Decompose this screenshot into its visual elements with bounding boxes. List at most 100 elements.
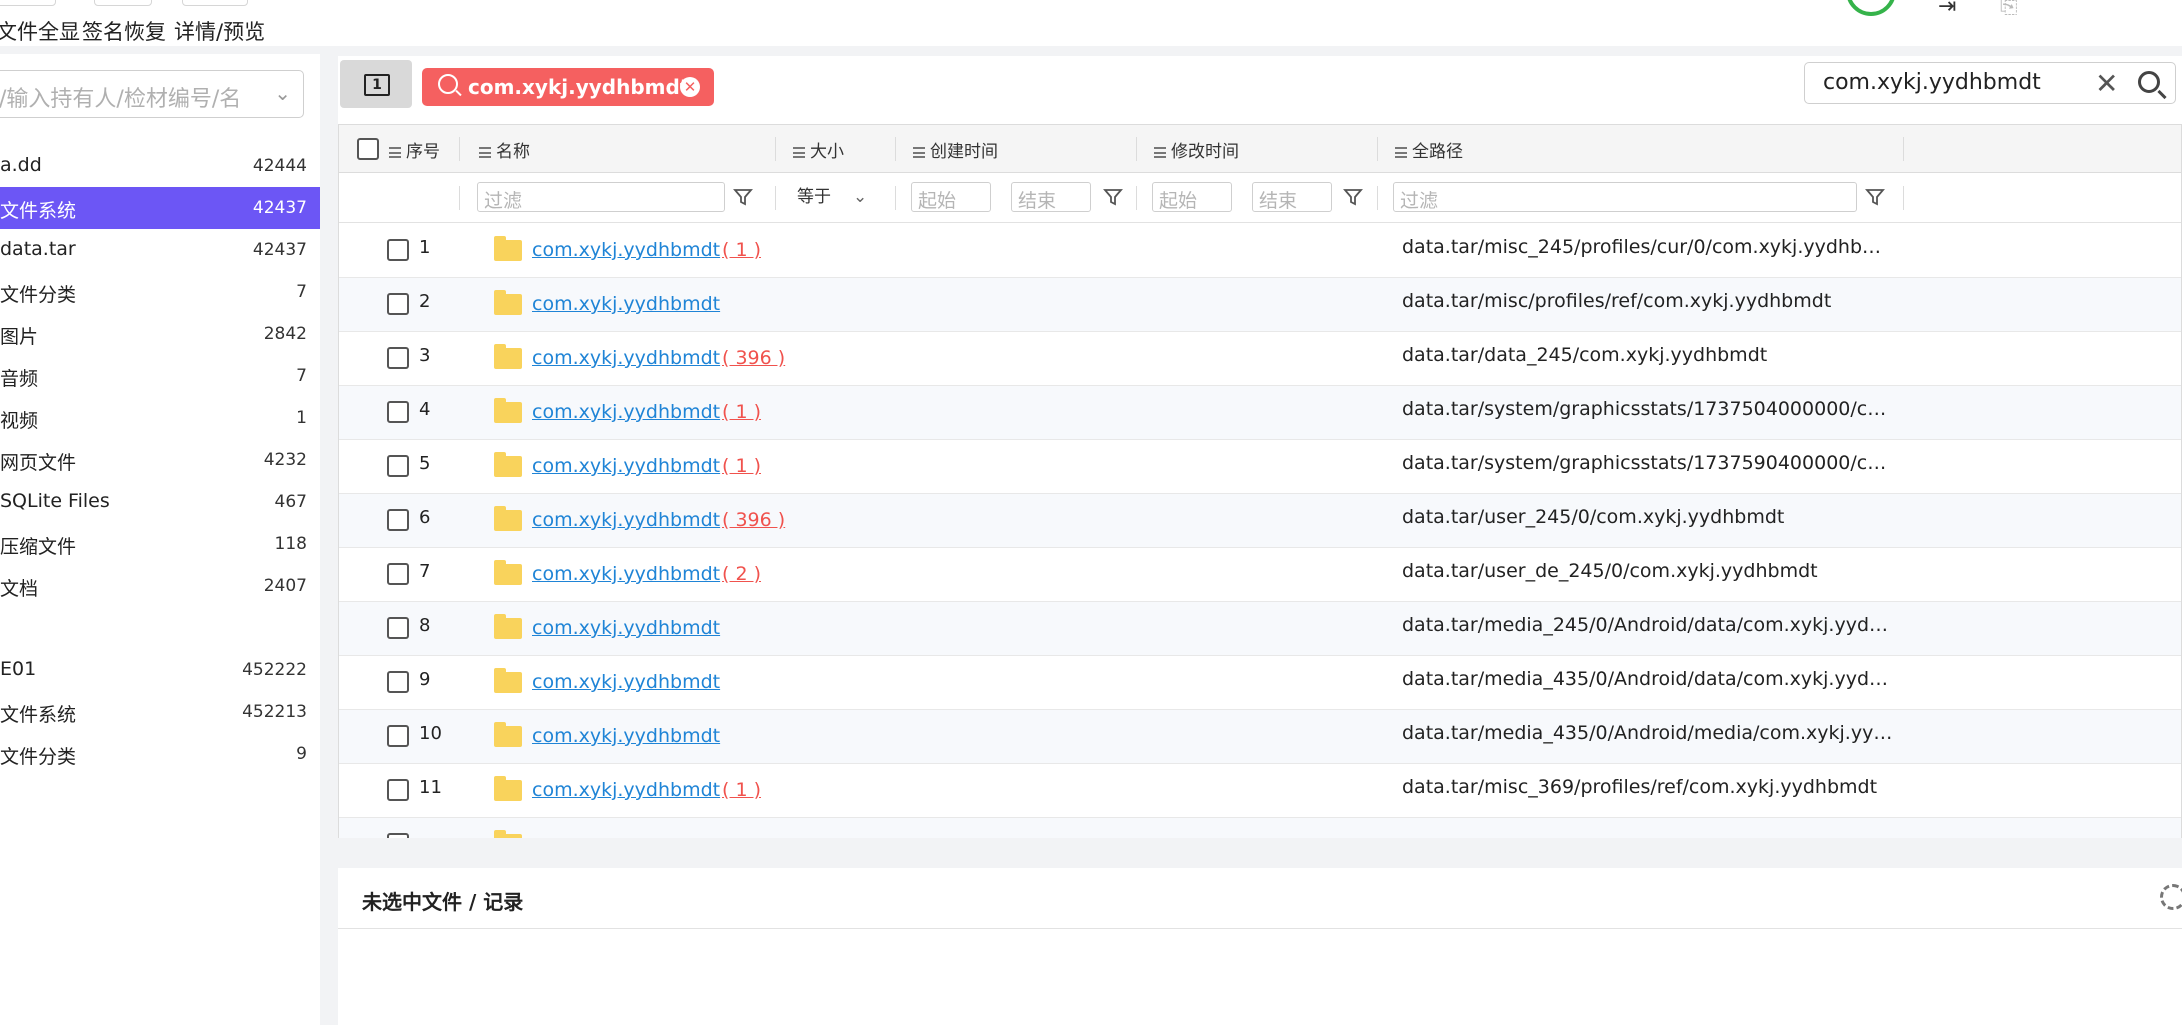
tree-item-images[interactable]: 图片 2842 — [0, 313, 320, 355]
tree-item-e01-file-category[interactable]: 文件分类 9 — [0, 733, 320, 775]
table-row[interactable]: 4 com.xykj.yydhbmdt ( 1 ) data.tar/syste… — [339, 386, 2181, 440]
column-divider[interactable] — [1903, 137, 1904, 161]
row-checkbox[interactable] — [387, 779, 409, 801]
tree-item-audio[interactable]: 音频 7 — [0, 355, 320, 397]
row-checkbox[interactable] — [387, 833, 409, 838]
tree-item-add[interactable]: a.dd 42444 — [0, 145, 320, 187]
created-start-input[interactable]: 起始 — [911, 182, 991, 212]
table-row[interactable]: 1 com.xykj.yydhbmdt ( 1 ) data.tar/misc_… — [339, 224, 2181, 278]
column-header-index[interactable]: 序号 — [389, 137, 440, 162]
evidence-search-select[interactable]: /输入持有人/检材编号/名 ⌄ — [0, 70, 304, 118]
file-name-link[interactable]: com.xykj.yydhbmdt — [532, 455, 720, 477]
column-divider[interactable] — [459, 137, 460, 161]
remove-tag-icon[interactable]: ✕ — [680, 77, 700, 97]
column-divider[interactable] — [1377, 137, 1378, 161]
file-name-link[interactable]: com.xykj.yydhbmdt — [532, 239, 720, 261]
table-row[interactable]: 11 com.xykj.yydhbmdt ( 1 ) data.tar/misc… — [339, 764, 2181, 818]
toolbar-button-stub[interactable] — [94, 0, 152, 6]
child-count-link[interactable]: ( 1 ) — [722, 455, 761, 477]
table-row[interactable]: 10 com.xykj.yydhbmdt data.tar/media_435/… — [339, 710, 2181, 764]
tree-item-e01-filesystem[interactable]: 文件系统 452213 — [0, 691, 320, 733]
file-name-link[interactable]: com.xykj.yydhbmdt — [532, 779, 720, 801]
column-header-path[interactable]: 全路径 — [1395, 137, 1463, 162]
column-divider[interactable] — [775, 137, 776, 161]
size-operator-select[interactable]: 等于 ⌄ — [797, 182, 867, 207]
search-icon[interactable] — [2138, 71, 2160, 93]
child-count-link[interactable]: ( 1 ) — [722, 239, 761, 261]
table-row[interactable]: 8 com.xykj.yydhbmdt data.tar/media_245/0… — [339, 602, 2181, 656]
search-input[interactable]: com.xykj.yydhbmdt ✕ — [1804, 62, 2176, 104]
filter-icon[interactable] — [1865, 187, 1885, 207]
toolbar-button-stub[interactable] — [182, 0, 248, 6]
row-checkbox[interactable] — [387, 401, 409, 423]
tree-item-documents[interactable]: 文档 2407 — [0, 565, 320, 607]
child-count-link[interactable]: ( 396 ) — [722, 509, 785, 531]
row-checkbox[interactable] — [387, 617, 409, 639]
table-row-partial[interactable] — [339, 818, 2181, 838]
created-end-input[interactable]: 结束 — [1011, 182, 1091, 212]
tree-item-data-tar[interactable]: data.tar 42437 — [0, 229, 320, 271]
filter-icon[interactable] — [733, 187, 753, 207]
tree-item-archives[interactable]: 压缩文件 118 — [0, 523, 320, 565]
file-name-link[interactable]: com.xykj.yydhbmdt — [532, 509, 720, 531]
row-checkbox[interactable] — [387, 347, 409, 369]
export-icon[interactable]: ⇥ — [1938, 0, 1956, 19]
tree-item-label: 文件分类 — [0, 746, 77, 768]
row-checkbox[interactable] — [387, 671, 409, 693]
column-header-created[interactable]: 创建时间 — [913, 137, 998, 162]
tree-item-filesystem-selected[interactable]: 文件系统 42437 — [0, 187, 320, 229]
child-count-link[interactable]: ( 2 ) — [722, 563, 761, 585]
file-name-link[interactable]: com.xykj.yydhbmdt — [532, 617, 720, 639]
column-header-label: 序号 — [406, 142, 440, 162]
row-checkbox[interactable] — [387, 455, 409, 477]
file-name-link[interactable]: com.xykj.yydhbmdt — [532, 401, 720, 423]
table-row[interactable]: 2 com.xykj.yydhbmdt data.tar/misc/profil… — [339, 278, 2181, 332]
column-header-name[interactable]: 名称 — [479, 137, 530, 162]
clear-search-icon[interactable]: ✕ — [2095, 67, 2118, 100]
modified-start-input[interactable]: 起始 — [1152, 182, 1232, 212]
column-divider[interactable] — [895, 137, 896, 161]
menu-show-all-files[interactable]: 文件全显 — [0, 16, 80, 46]
table-row[interactable]: 9 com.xykj.yydhbmdt data.tar/media_435/0… — [339, 656, 2181, 710]
tree-item-sqlite-files[interactable]: SQLite Files 467 — [0, 481, 320, 523]
tree-item-web-files[interactable]: 网页文件 4232 — [0, 439, 320, 481]
column-header-modified[interactable]: 修改时间 — [1154, 137, 1239, 162]
tree-item-label: 图片 — [0, 326, 39, 348]
column-header-size[interactable]: 大小 — [793, 137, 844, 162]
row-index: 1 — [419, 237, 431, 258]
tree-item-e01[interactable]: E01 452222 — [0, 649, 320, 691]
table-row[interactable]: 3 com.xykj.yydhbmdt ( 396 ) data.tar/dat… — [339, 332, 2181, 386]
row-checkbox[interactable] — [387, 293, 409, 315]
toolbar-button-stub[interactable] — [0, 0, 56, 6]
search-tag-text: com.xykj.yydhbmdt — [468, 75, 690, 99]
gear-icon[interactable] — [2160, 884, 2182, 910]
child-count-link[interactable]: ( 1 ) — [722, 779, 761, 801]
file-name-link[interactable]: com.xykj.yydhbmdt — [532, 347, 720, 369]
row-checkbox[interactable] — [387, 563, 409, 585]
table-row[interactable]: 5 com.xykj.yydhbmdt ( 1 ) data.tar/syste… — [339, 440, 2181, 494]
file-name-link[interactable]: com.xykj.yydhbmdt — [532, 671, 720, 693]
single-page-toggle-button[interactable]: 1 — [340, 60, 412, 108]
modified-end-input[interactable]: 结束 — [1252, 182, 1332, 212]
filter-icon[interactable] — [1343, 187, 1363, 207]
filter-icon[interactable] — [1103, 187, 1123, 207]
tree-item-video[interactable]: 视频 1 — [0, 397, 320, 439]
select-all-checkbox[interactable] — [357, 138, 379, 160]
row-checkbox[interactable] — [387, 509, 409, 531]
row-checkbox[interactable] — [387, 239, 409, 261]
file-name-link[interactable]: com.xykj.yydhbmdt — [532, 563, 720, 585]
child-count-link[interactable]: ( 1 ) — [722, 401, 761, 423]
tree-item-file-category[interactable]: 文件分类 7 — [0, 271, 320, 313]
table-row[interactable]: 6 com.xykj.yydhbmdt ( 396 ) data.tar/use… — [339, 494, 2181, 548]
row-checkbox[interactable] — [387, 725, 409, 747]
menu-details-preview[interactable]: 详情/预览 — [174, 16, 265, 46]
copy-icon[interactable]: ⎘ — [2000, 0, 2018, 19]
table-row[interactable]: 7 com.xykj.yydhbmdt ( 2 ) data.tar/user_… — [339, 548, 2181, 602]
menu-signature-recovery[interactable]: 签名恢复 — [82, 16, 166, 46]
path-filter-input[interactable]: 过滤 — [1393, 182, 1857, 212]
name-filter-input[interactable]: 过滤 — [477, 182, 725, 212]
file-name-link[interactable]: com.xykj.yydhbmdt — [532, 725, 720, 747]
child-count-link[interactable]: ( 396 ) — [722, 347, 785, 369]
column-divider[interactable] — [1136, 137, 1137, 161]
file-name-link[interactable]: com.xykj.yydhbmdt — [532, 293, 720, 315]
